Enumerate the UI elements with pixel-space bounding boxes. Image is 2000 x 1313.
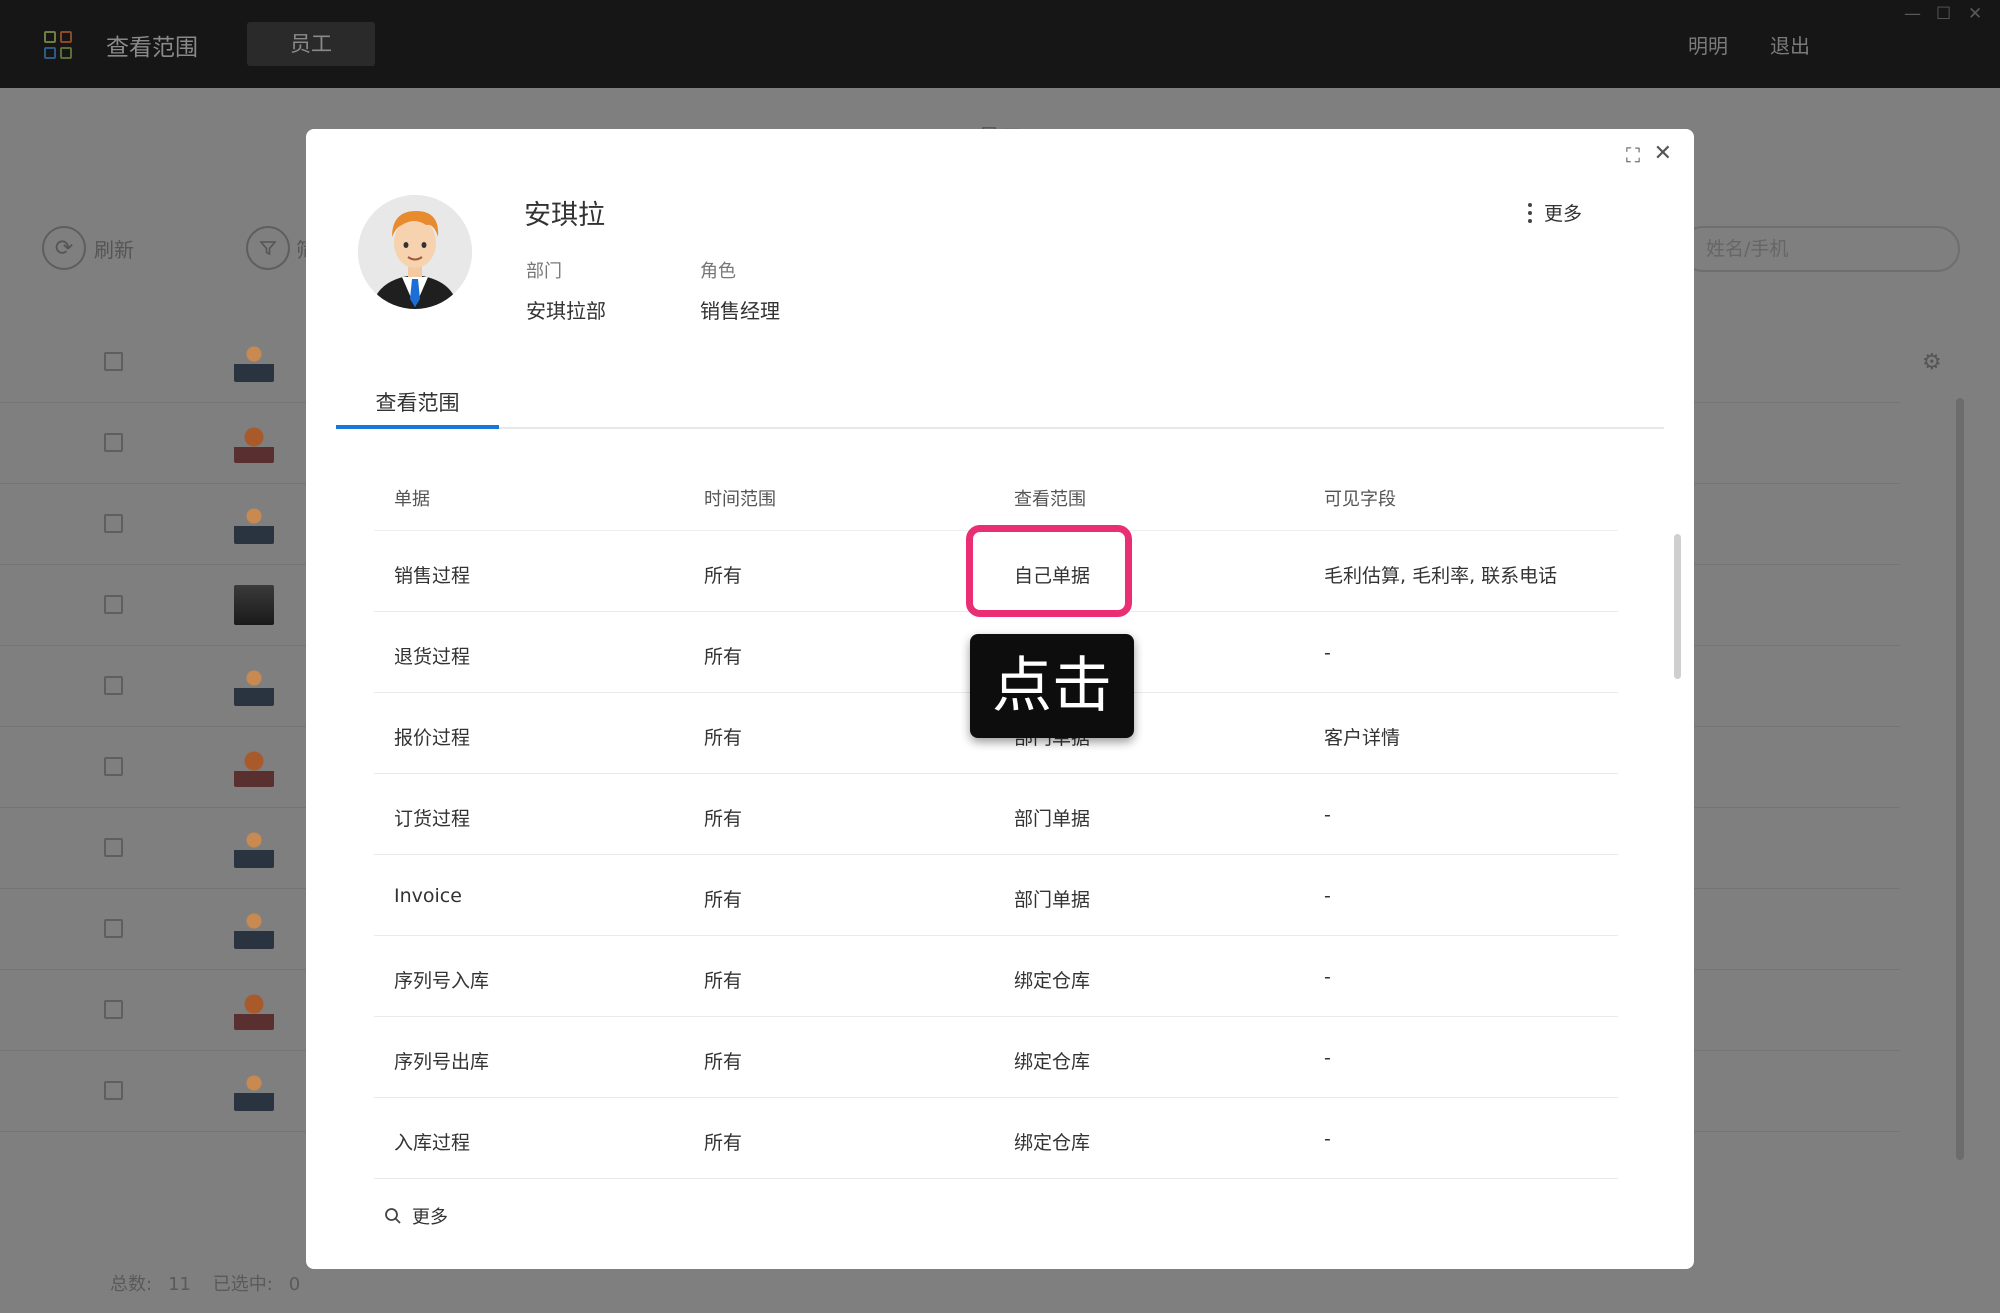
visible-fields-cell: 毛利估算, 毛利率, 联系电话 [1324, 565, 1558, 587]
time-range-cell: 所有 [704, 1051, 743, 1073]
time-range-cell: 所有 [704, 970, 743, 992]
table-row[interactable]: 序列号出库 所有 绑定仓库 - [374, 1017, 1618, 1098]
visible-fields-cell: - [1324, 1128, 1331, 1150]
document-cell: 序列号入库 [394, 970, 490, 992]
time-range-cell: 所有 [704, 565, 743, 587]
total-count: 11 [168, 1274, 191, 1295]
table-row[interactable]: 入库过程 所有 绑定仓库 - [374, 1098, 1618, 1179]
avatar [234, 990, 274, 1030]
refresh-label: 刷新 [94, 237, 134, 262]
click-tooltip: 点击 [970, 634, 1134, 738]
role-value: 销售经理 [700, 299, 780, 323]
avatar [234, 1071, 274, 1111]
row-checkbox[interactable] [104, 919, 123, 938]
avatar [234, 828, 274, 868]
time-range-cell: 所有 [704, 727, 743, 749]
avatar [234, 585, 274, 625]
time-range-cell: 所有 [704, 646, 743, 668]
list-footer: 总数: 11 已选中: 0 [110, 1270, 316, 1296]
avatar [234, 666, 274, 706]
column-header: 可见字段 [1324, 489, 1396, 510]
app-logo-icon[interactable] [44, 31, 72, 59]
department-label: 部门 [526, 261, 562, 282]
document-cell: 退货过程 [394, 646, 471, 668]
click-highlight-box [966, 525, 1132, 617]
document-cell: 订货过程 [394, 808, 471, 830]
fullscreen-icon[interactable]: ⛶ [1626, 143, 1640, 167]
time-range-cell: 所有 [704, 889, 743, 911]
document-cell: 报价过程 [394, 727, 471, 749]
logout-link[interactable]: 退出 [1770, 30, 1810, 59]
current-user[interactable]: 明明 [1688, 30, 1728, 59]
tab-view-scope[interactable]: 查看范围 [336, 385, 499, 429]
document-cell: 入库过程 [394, 1132, 471, 1154]
refresh-button[interactable]: ⟳ 刷新 [42, 226, 134, 270]
search-icon [385, 1208, 401, 1224]
document-cell: 销售过程 [394, 565, 471, 587]
visible-fields-cell: - [1324, 804, 1331, 826]
more-label: 更多 [1544, 203, 1583, 225]
role-label: 角色 [700, 261, 736, 282]
view-scope-cell[interactable]: 部门单据 [1014, 804, 1090, 831]
row-checkbox[interactable] [104, 514, 123, 533]
top-bar: 查看范围 员工 明明 退出 — ☐ ✕ [0, 0, 2000, 88]
app-title: 查看范围 [106, 35, 198, 61]
row-checkbox[interactable] [104, 1000, 123, 1019]
gear-icon[interactable]: ⚙ [1922, 350, 1942, 375]
page-scrollbar[interactable] [1956, 398, 1964, 1160]
visible-fields-cell: - [1324, 642, 1331, 664]
document-cell: Invoice [394, 885, 462, 907]
table-row[interactable]: 订货过程 所有 部门单据 - [374, 774, 1618, 855]
maximize-icon[interactable]: ☐ [1936, 4, 1951, 24]
avatar [234, 909, 274, 949]
view-scope-cell[interactable]: 部门单据 [1014, 885, 1090, 912]
document-cell: 序列号出库 [394, 1051, 490, 1073]
table-row[interactable]: 序列号入库 所有 绑定仓库 - [374, 936, 1618, 1017]
total-label: 总数: [110, 1274, 153, 1295]
search-input[interactable]: 姓名/手机 [1680, 226, 1960, 272]
column-header: 查看范围 [1014, 489, 1086, 510]
filter-icon [246, 226, 290, 270]
more-vertical-icon [1528, 202, 1534, 223]
row-checkbox[interactable] [104, 1081, 123, 1100]
row-checkbox[interactable] [104, 352, 123, 371]
tab-bar: 查看范围 [336, 385, 1664, 429]
more-options-button[interactable]: 更多 [1528, 199, 1582, 226]
load-more-label: 更多 [412, 1207, 448, 1228]
table-row[interactable]: Invoice 所有 部门单据 - [374, 855, 1618, 936]
time-range-cell: 所有 [704, 808, 743, 830]
minimize-icon[interactable]: — [1904, 4, 1921, 24]
view-scope-cell[interactable]: 绑定仓库 [1014, 1128, 1090, 1155]
column-header: 单据 [394, 489, 430, 510]
row-checkbox[interactable] [104, 676, 123, 695]
avatar [234, 504, 274, 544]
selected-count: 0 [288, 1274, 301, 1295]
row-checkbox[interactable] [104, 595, 123, 614]
table-header: 单据 时间范围 查看范围 可见字段 [374, 459, 1618, 531]
avatar [234, 423, 274, 463]
time-range-cell: 所有 [704, 1132, 743, 1154]
close-icon[interactable]: ✕ [1654, 141, 1672, 166]
close-window-icon[interactable]: ✕ [1968, 4, 1982, 24]
visible-fields-cell: - [1324, 966, 1331, 988]
row-checkbox[interactable] [104, 433, 123, 452]
view-scope-cell[interactable]: 绑定仓库 [1014, 1047, 1090, 1074]
avatar [234, 342, 274, 382]
avatar [234, 747, 274, 787]
refresh-icon: ⟳ [42, 226, 86, 270]
row-checkbox[interactable] [104, 838, 123, 857]
column-header: 时间范围 [704, 489, 776, 510]
employee-name: 安琪拉 [524, 200, 605, 231]
load-more-button[interactable]: 更多 [384, 1203, 448, 1229]
visible-fields-cell: - [1324, 885, 1331, 907]
visible-fields-cell: 客户详情 [1324, 727, 1401, 749]
visible-fields-cell: - [1324, 1047, 1331, 1069]
tab-employee[interactable]: 员工 [247, 22, 375, 66]
selected-label: 已选中: [212, 1274, 273, 1295]
row-checkbox[interactable] [104, 757, 123, 776]
avatar [358, 195, 472, 309]
view-scope-cell[interactable]: 绑定仓库 [1014, 966, 1090, 993]
department-value: 安琪拉部 [526, 299, 606, 323]
table-scrollbar[interactable] [1674, 534, 1681, 679]
